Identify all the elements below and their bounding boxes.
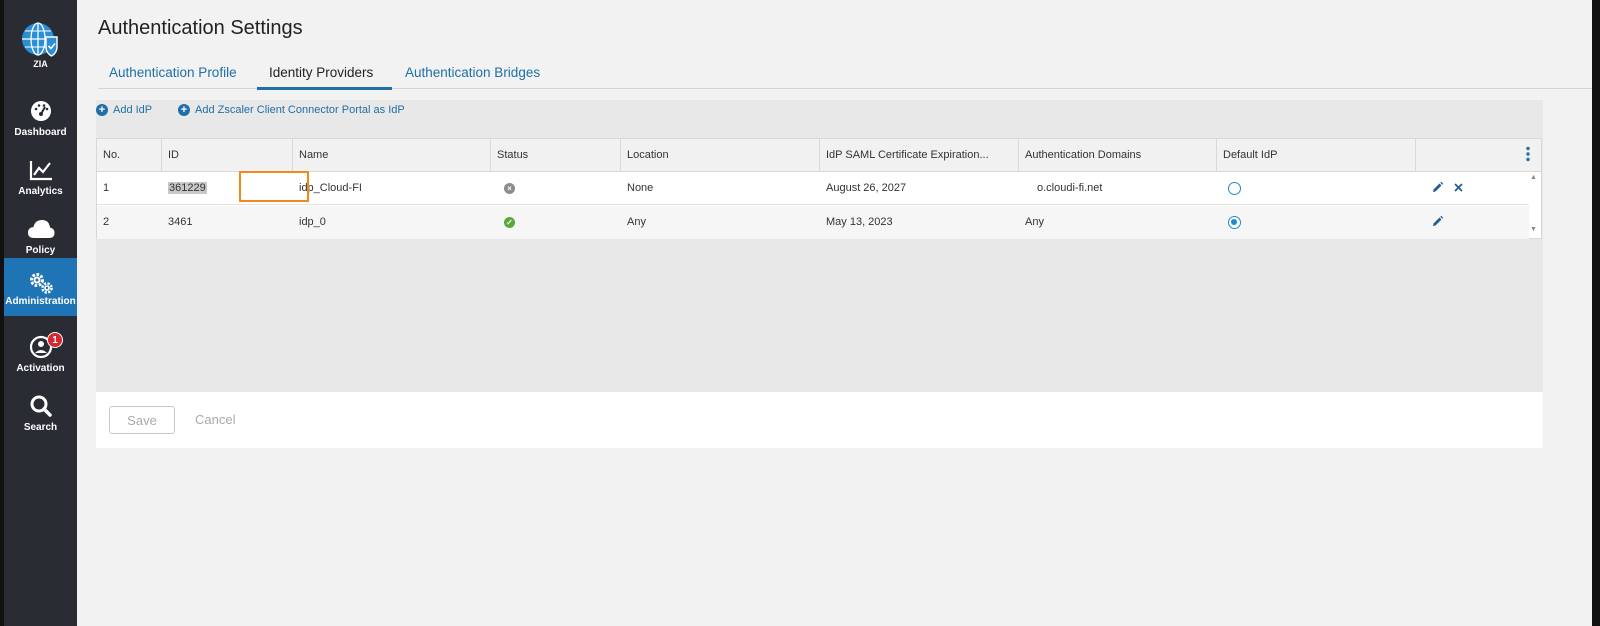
sidebar-item-activation[interactable]: 1 Activation — [4, 326, 77, 386]
page-title: Authentication Settings — [98, 17, 303, 39]
highlight-annotation — [239, 171, 309, 202]
selected-id-text[interactable]: 361229 — [168, 182, 207, 194]
save-button[interactable]: Save — [109, 406, 175, 434]
column-header-expiration[interactable]: IdP SAML Certificate Expiration... — [820, 139, 1019, 172]
cell-name: idp_0 — [299, 216, 326, 228]
column-header-actions — [1416, 139, 1541, 172]
sidebar-item-dashboard[interactable]: Dashboard — [4, 90, 77, 150]
plus-icon: + — [178, 104, 190, 116]
notification-badge: 1 — [47, 332, 63, 348]
status-disabled-icon: × — [504, 183, 515, 194]
sidebar-item-analytics[interactable]: Analytics — [4, 149, 77, 209]
cell-no: 2 — [103, 216, 110, 228]
scroll-down-arrow-icon[interactable]: ▼ — [1530, 226, 1537, 233]
edit-icon[interactable] — [1431, 181, 1444, 194]
gears-icon — [29, 273, 53, 294]
sidebar-item-label: Dashboard — [14, 127, 67, 138]
active-tab-indicator — [257, 87, 392, 90]
tab-authentication-profile[interactable]: Authentication Profile — [109, 65, 237, 80]
add-connector-label: Add Zscaler Client Connector Portal as I… — [195, 104, 405, 116]
column-header-domains[interactable]: Authentication Domains — [1019, 139, 1217, 172]
column-header-status[interactable]: Status — [491, 139, 621, 172]
column-header-default-idp[interactable]: Default IdP — [1217, 139, 1416, 172]
delete-icon[interactable] — [1452, 181, 1465, 194]
cell-domains: Any — [1025, 216, 1044, 228]
edit-icon[interactable] — [1431, 215, 1444, 228]
sidebar-item-label: Policy — [25, 245, 56, 256]
cell-no: 1 — [103, 182, 110, 194]
cell-expiration: May 13, 2023 — [826, 216, 893, 228]
sidebar-item-label: Administration — [5, 296, 76, 307]
tab-identity-providers[interactable]: Identity Providers — [269, 65, 373, 80]
dashboard-icon — [30, 101, 51, 121]
cell-expiration: August 26, 2027 — [826, 182, 907, 194]
cancel-button[interactable]: Cancel — [195, 412, 235, 427]
main-content: Authentication Settings Authentication P… — [77, 0, 1592, 626]
status-enabled-icon: ✓ — [504, 217, 515, 228]
table-row[interactable]: 1 361229 idp_Cloud-FI × None August 26, … — [97, 172, 1529, 205]
add-connector-idp-button[interactable]: + Add Zscaler Client Connector Portal as… — [178, 104, 405, 116]
table-row[interactable]: 2 3461 idp_0 ✓ Any May 13, 2023 Any — [97, 206, 1529, 239]
cell-id: 3461 — [168, 216, 193, 228]
scroll-up-arrow-icon[interactable]: ▲ — [1530, 174, 1537, 181]
search-icon — [30, 395, 52, 417]
cell-id[interactable]: 361229 — [162, 172, 207, 205]
table-header-row: No. ID Name Status Location IdP SAML Cer… — [97, 139, 1541, 172]
sidebar-item-label: Activation — [16, 363, 65, 374]
zia-logo-icon[interactable] — [19, 20, 61, 58]
column-menu-icon[interactable] — [1525, 146, 1531, 162]
plus-icon: + — [96, 104, 108, 116]
add-idp-label: Add IdP — [113, 104, 153, 116]
column-header-id[interactable]: ID — [162, 139, 293, 172]
cell-location: None — [627, 182, 654, 194]
tab-bar: Authentication Profile Identity Provider… — [98, 60, 1592, 90]
idp-table: No. ID Name Status Location IdP SAML Cer… — [96, 138, 1542, 239]
sidebar-item-label: Search — [23, 422, 58, 433]
sidebar-item-label: Analytics — [18, 186, 63, 197]
tab-authentication-bridges[interactable]: Authentication Bridges — [405, 65, 540, 80]
footer-bar: Save Cancel — [96, 392, 1543, 448]
add-idp-button[interactable]: + Add IdP — [96, 104, 152, 116]
logo-label: ZIA — [33, 59, 48, 69]
sidebar-item-administration[interactable]: Administration — [4, 258, 77, 316]
column-header-no[interactable]: No. — [97, 139, 162, 172]
cloud-icon — [27, 220, 54, 238]
cell-domains: o.cloudi-fi.net — [1037, 182, 1103, 194]
column-header-name[interactable]: Name — [293, 139, 491, 172]
sidebar: ZIA Dashboard Analytics Policy Administr… — [4, 0, 77, 626]
default-idp-radio[interactable] — [1228, 216, 1241, 229]
sidebar-item-search[interactable]: Search — [4, 385, 77, 445]
column-header-location[interactable]: Location — [621, 139, 820, 172]
analytics-icon — [29, 161, 52, 181]
default-idp-radio[interactable] — [1228, 182, 1241, 195]
cell-location: Any — [627, 216, 646, 228]
window-frame-right — [1592, 0, 1600, 626]
